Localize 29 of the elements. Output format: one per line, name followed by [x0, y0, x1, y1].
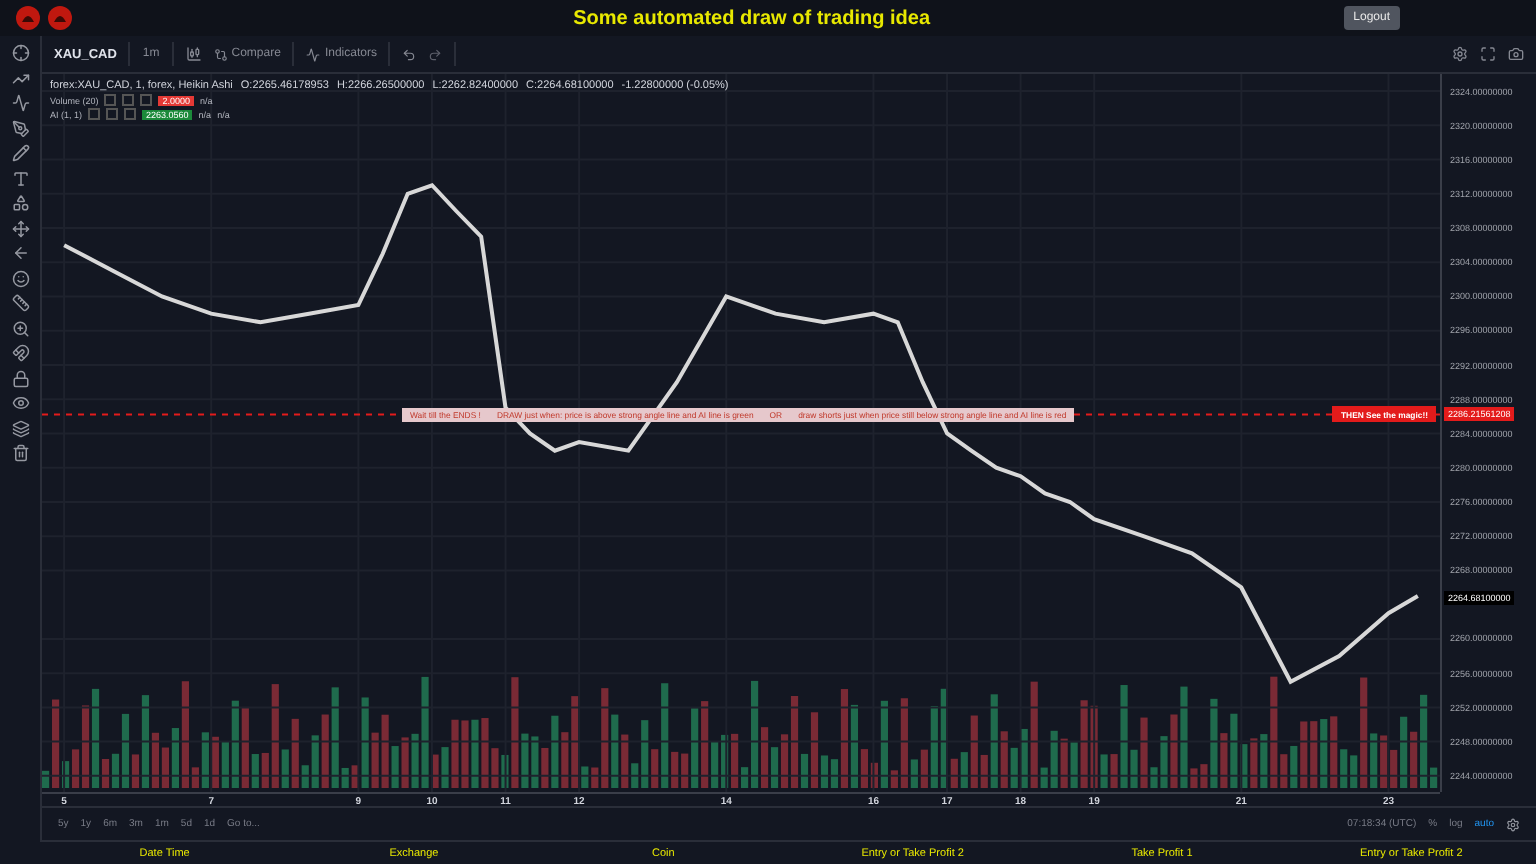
pencil-icon[interactable] — [11, 144, 29, 162]
ruler-icon[interactable] — [11, 294, 29, 312]
zoom-in-icon[interactable] — [11, 319, 29, 337]
eye-icon[interactable] — [11, 394, 29, 412]
move-icon[interactable] — [11, 219, 29, 237]
shapes-icon[interactable] — [11, 194, 29, 212]
fullscreen-icon[interactable] — [1480, 46, 1496, 62]
pen-icon[interactable] — [11, 119, 29, 137]
lock-icon[interactable] — [11, 369, 29, 387]
candles-icon[interactable] — [185, 46, 202, 62]
text-icon[interactable] — [11, 169, 29, 187]
redo-icon[interactable] — [428, 47, 443, 61]
trend-line-icon[interactable] — [11, 69, 29, 87]
zigzag-icon[interactable] — [11, 94, 29, 112]
crosshair-icon[interactable] — [11, 44, 29, 62]
pulse-icon — [306, 47, 321, 61]
camera-icon[interactable] — [1508, 46, 1524, 62]
compare-icon — [213, 47, 228, 61]
magnet-icon[interactable] — [11, 344, 29, 362]
layers-icon[interactable] — [11, 419, 29, 437]
smiley-icon[interactable] — [11, 269, 29, 287]
trash-icon[interactable] — [11, 444, 29, 462]
undo-icon[interactable] — [402, 47, 417, 61]
logo-icon — [48, 6, 72, 30]
logo-icon — [16, 6, 40, 30]
page-title: Some automated draw of trading idea — [571, 7, 933, 29]
settings-icon[interactable] — [1452, 46, 1468, 62]
arrow-icon[interactable] — [11, 244, 29, 262]
settings-icon[interactable] — [1506, 817, 1520, 831]
